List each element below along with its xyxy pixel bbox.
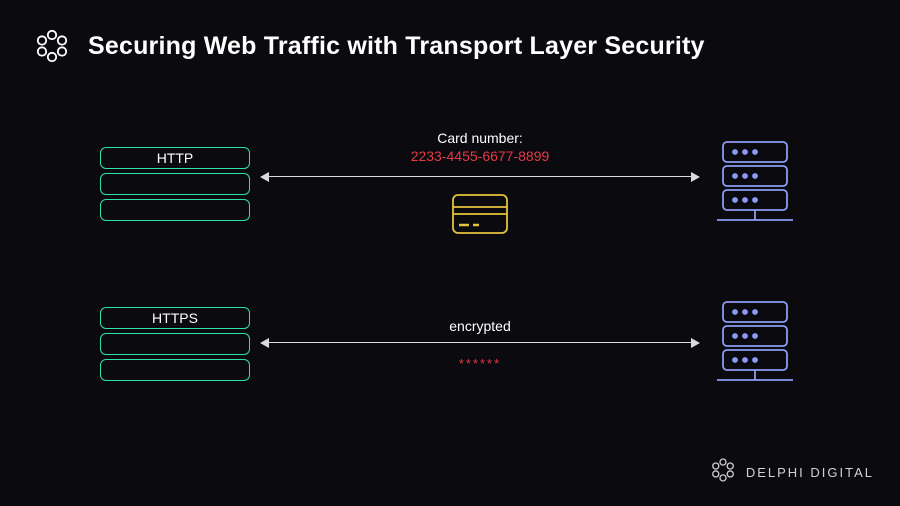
page-title: Securing Web Traffic with Transport Laye…	[88, 32, 705, 61]
protocol-layer	[100, 333, 250, 355]
caption-label: Card number:	[437, 130, 523, 146]
server-icon	[710, 138, 800, 230]
server-icon	[710, 298, 800, 390]
https-row: HTTPS encrypted ******	[100, 284, 800, 404]
https-middle: encrypted ******	[250, 318, 710, 371]
credit-card-icon	[452, 194, 508, 239]
http-row: HTTP Card number: 2233-4455-6677-8899	[100, 124, 800, 244]
protocol-layer	[100, 173, 250, 195]
footer-brand: DELPHI DIGITAL	[710, 457, 874, 488]
header: Securing Web Traffic with Transport Laye…	[0, 0, 900, 64]
double-arrow-icon	[260, 170, 700, 184]
diagram-area: HTTP Card number: 2233-4455-6677-8899	[0, 124, 900, 404]
protocol-label: HTTP	[100, 147, 250, 169]
http-middle: Card number: 2233-4455-6677-8899	[250, 130, 710, 239]
http-protocol-stack: HTTP	[100, 147, 250, 221]
double-arrow-icon	[260, 336, 700, 350]
protocol-layer	[100, 359, 250, 381]
brand-logo-icon	[34, 28, 70, 64]
https-protocol-stack: HTTPS	[100, 307, 250, 381]
masked-value: ******	[459, 356, 501, 371]
footer-brand-text: DELPHI DIGITAL	[746, 465, 874, 480]
caption-label: encrypted	[449, 318, 510, 334]
protocol-layer	[100, 199, 250, 221]
protocol-label: HTTPS	[100, 307, 250, 329]
brand-logo-icon	[710, 457, 736, 488]
card-number-value: 2233-4455-6677-8899	[411, 148, 550, 164]
